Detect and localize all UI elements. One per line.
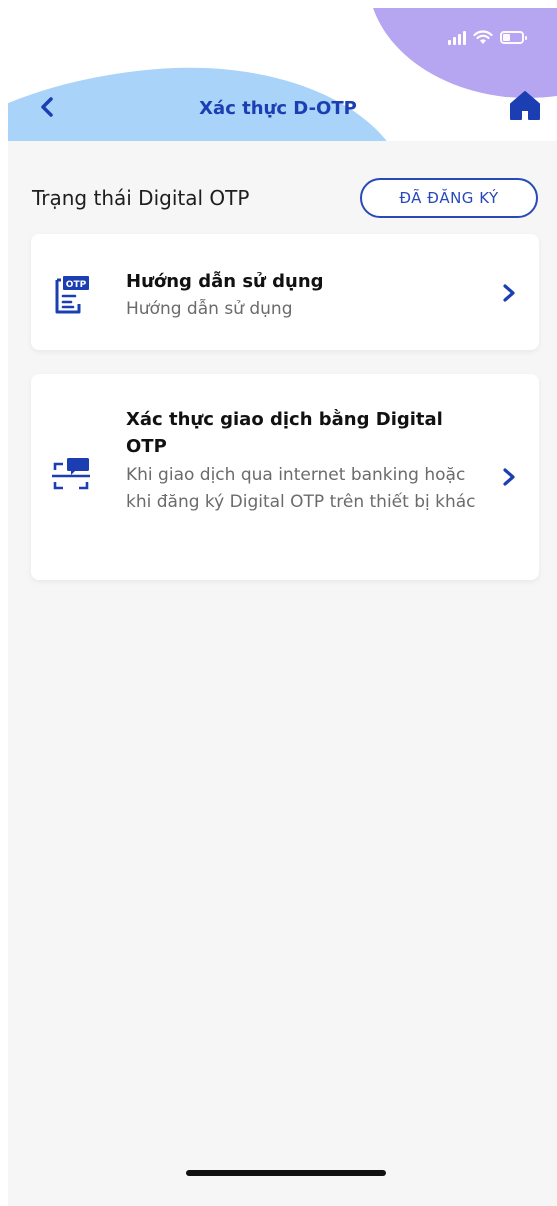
scan-message-icon: [52, 458, 90, 490]
menu-item-title: Hướng dẫn sử dụng: [126, 271, 324, 292]
menu-item-title: Xác thực giao dịch bằng Digital OTP: [126, 409, 443, 457]
app-screen: Xác thực D-OTP Trạng thái Digital OTP ĐÃ…: [8, 8, 557, 1206]
menu-item-description: Hướng dẫn sử dụng: [126, 299, 293, 319]
home-icon[interactable]: [508, 88, 542, 122]
chevron-left-icon[interactable]: [32, 92, 62, 122]
status-bar: [448, 30, 527, 45]
chevron-right-icon: [503, 284, 515, 302]
page-title: Xác thực D-OTP: [199, 98, 357, 119]
otp-status-label: Trạng thái Digital OTP: [32, 186, 250, 210]
svg-text:OTP: OTP: [66, 280, 87, 290]
battery-icon: [500, 31, 527, 44]
menu-item-description: Khi giao dịch qua internet banking hoặc …: [126, 465, 476, 512]
menu-item-transaction-authentication[interactable]: Xác thực giao dịch bằng Digital OTP Khi …: [31, 374, 539, 580]
status-badge: ĐÃ ĐĂNG KÝ: [360, 178, 538, 218]
otp-document-icon: OTP: [55, 276, 89, 314]
chevron-right-icon: [503, 468, 515, 486]
wifi-icon: [473, 30, 493, 44]
home-indicator[interactable]: [186, 1170, 386, 1176]
header-purple-shape: [368, 8, 557, 98]
header-area: [8, 8, 557, 348]
signal-icon: [448, 30, 466, 45]
menu-item-user-guide[interactable]: OTP Hướng dẫn sử dụng Hướng dẫn sử dụng: [31, 234, 539, 350]
